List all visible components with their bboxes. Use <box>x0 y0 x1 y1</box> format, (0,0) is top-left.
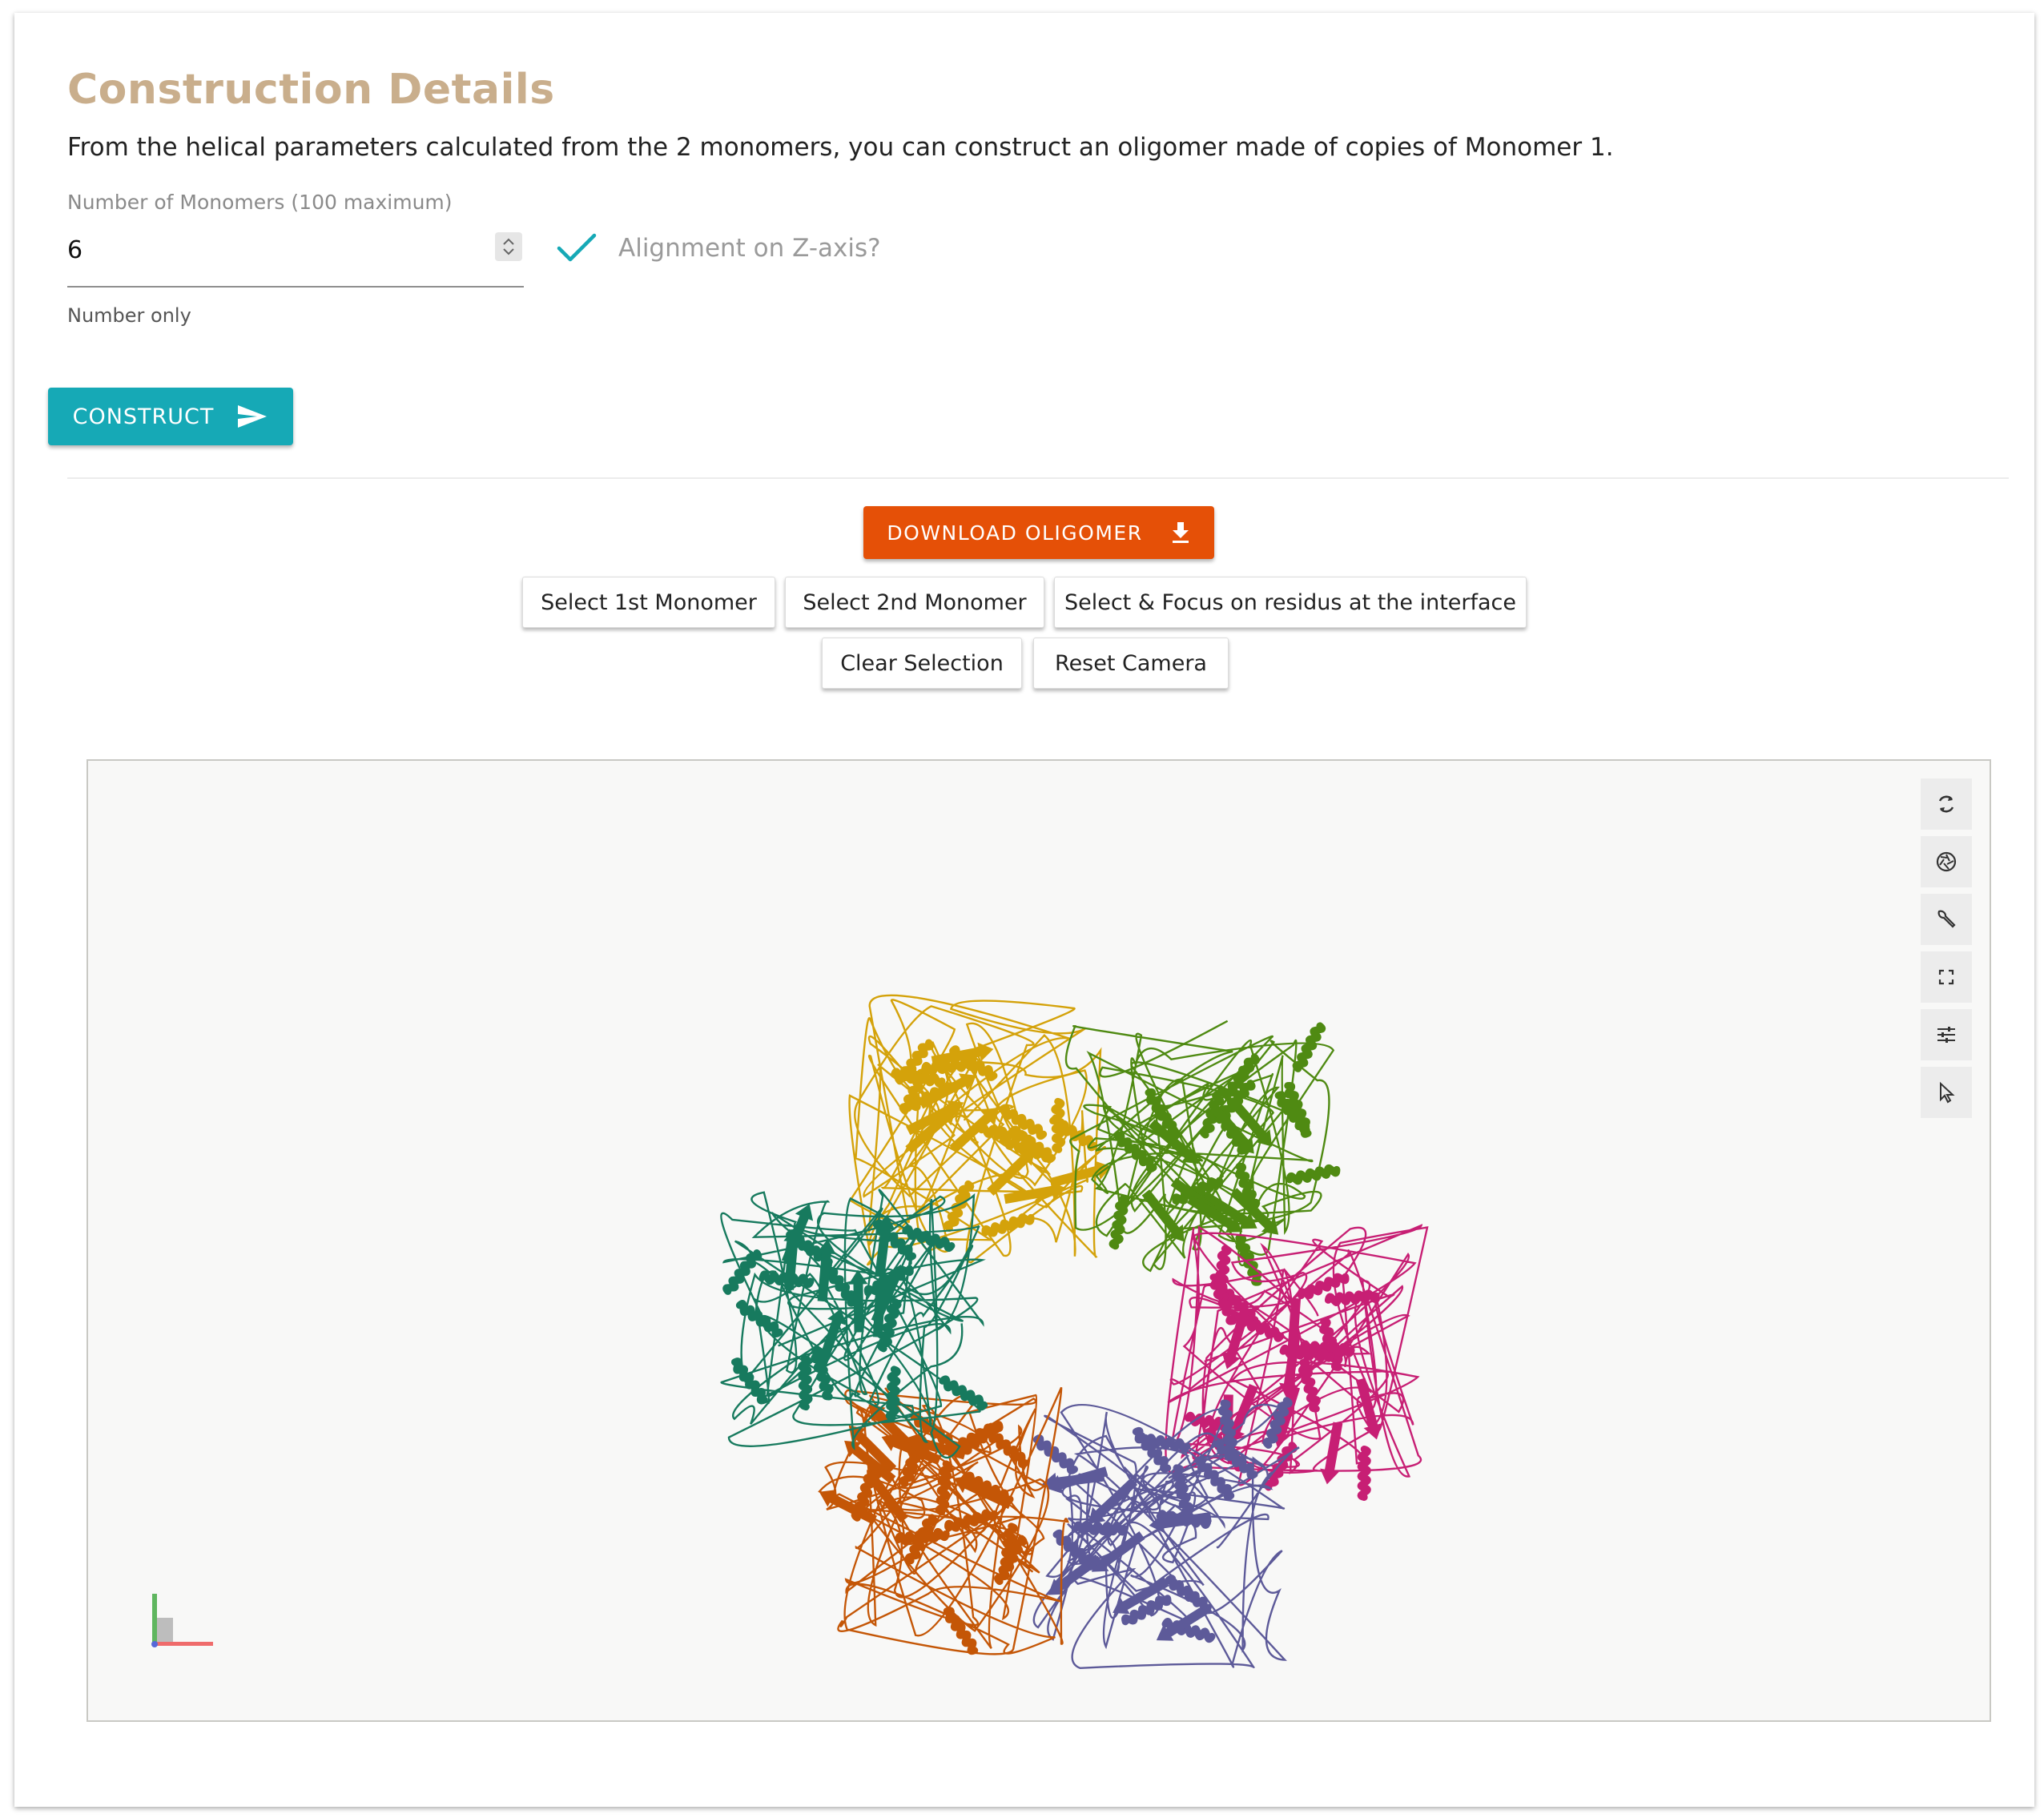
download-oligomer-button[interactable]: DOWNLOAD OLIGOMER <box>863 506 1214 559</box>
axes-gizmo-icon <box>151 1594 213 1647</box>
monomers-helper-text: Number only <box>67 304 191 327</box>
page-title: Construction Details <box>67 66 555 114</box>
settings-tool[interactable] <box>1921 894 1972 945</box>
monomers-number-input[interactable] <box>67 231 468 269</box>
intro-text: From the helical parameters calculated f… <box>67 133 1614 162</box>
download-icon <box>1172 522 1189 543</box>
sliders-icon <box>1937 1027 1955 1043</box>
pointer-icon <box>1940 1081 1955 1104</box>
monomer-helix <box>935 1460 953 1516</box>
monomer-helix <box>1286 1164 1341 1185</box>
section-divider <box>67 477 2009 479</box>
monomer-helix <box>885 1366 901 1422</box>
clear-selection-button[interactable]: Clear Selection <box>822 638 1022 689</box>
spinner-arrows-icon <box>503 238 514 255</box>
select-second-monomer-button[interactable]: Select 2nd Monomer <box>785 577 1044 628</box>
construct-button[interactable]: CONSTRUCT <box>48 388 293 445</box>
refresh-icon <box>1938 795 1954 813</box>
reset-camera-button[interactable]: Reset Camera <box>1033 638 1229 689</box>
monomer-2 <box>1064 1020 1341 1286</box>
construction-card: Construction Details From the helical pa… <box>14 13 2034 1807</box>
oligomer-structure <box>720 994 1429 1670</box>
monomer-helix <box>1213 1245 1232 1301</box>
monomer-helix <box>798 1355 813 1411</box>
send-icon <box>238 405 268 428</box>
number-spinner[interactable] <box>495 232 522 261</box>
fullscreen-tool[interactable] <box>1921 951 1972 1003</box>
monomer-helix <box>1298 1358 1321 1413</box>
monomer-helix <box>1032 1434 1078 1474</box>
expand-icon <box>1938 969 1954 985</box>
refresh-tool[interactable] <box>1921 778 1972 830</box>
construct-button-label: CONSTRUCT <box>72 404 215 429</box>
monomer-helix <box>999 1522 1018 1578</box>
monomer-4 <box>1032 1397 1300 1670</box>
monomer-helix <box>1357 1446 1371 1501</box>
monomer-helix <box>1072 1521 1129 1536</box>
select-interface-button[interactable]: Select & Focus on residus at the interfa… <box>1054 577 1527 628</box>
monomer-strand <box>1320 1422 1343 1485</box>
screenshot-tool[interactable] <box>1921 836 1972 887</box>
monomer-helix <box>1292 1022 1326 1072</box>
viewer-toolbar <box>1921 778 1974 1124</box>
download-button-label: DOWNLOAD OLIGOMER <box>887 521 1143 545</box>
input-underline <box>67 286 524 288</box>
alignment-checkbox[interactable] <box>556 231 598 266</box>
monomer-helix <box>1109 1195 1129 1250</box>
monomer-helix <box>939 1375 988 1411</box>
alignment-label: Alignment on Z-axis? <box>618 234 881 263</box>
monomer-helix <box>730 1357 768 1405</box>
monomer-helix <box>1051 1097 1066 1153</box>
controls-tool[interactable] <box>1921 1009 1972 1060</box>
selection-mode-tool[interactable] <box>1921 1067 1972 1118</box>
screenshot-icon <box>1936 851 1957 872</box>
monomers-field-label: Number of Monomers (100 maximum) <box>67 191 453 214</box>
checkmark-icon <box>557 233 597 262</box>
molecule-viewer[interactable] <box>87 759 1991 1722</box>
select-first-monomer-button[interactable]: Select 1st Monomer <box>522 577 775 628</box>
wrench-icon <box>1937 910 1956 928</box>
